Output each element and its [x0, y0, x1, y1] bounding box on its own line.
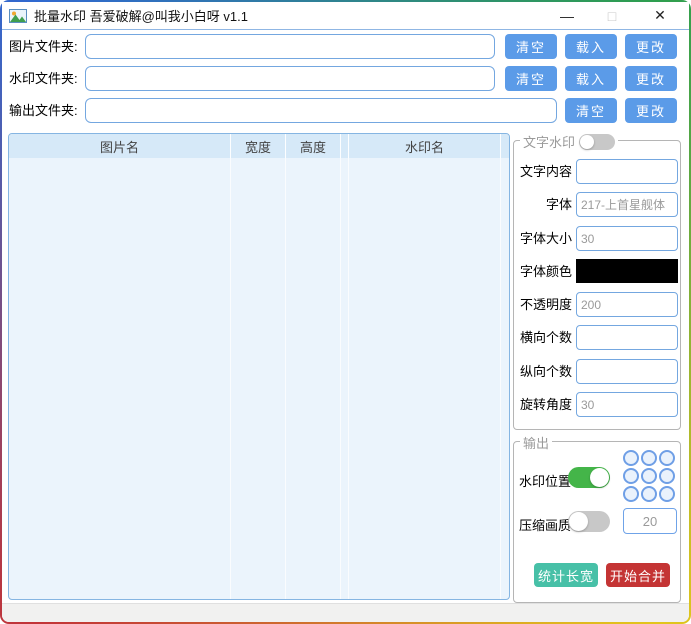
watermark-folder-change-button[interactable]: 更改	[625, 66, 677, 91]
compression-quality-toggle[interactable]	[568, 511, 610, 532]
column-header-image-name: 图片名	[9, 134, 231, 158]
horizontal-count-label: 横向个数	[519, 330, 572, 345]
image-folder-change-button[interactable]: 更改	[625, 34, 677, 59]
watermark-folder-clear-button[interactable]: 清空	[505, 66, 557, 91]
watermark-folder-label: 水印文件夹:	[9, 71, 78, 86]
measure-dimensions-button[interactable]: 统计长宽	[534, 563, 598, 587]
image-folder-clear-button[interactable]: 清空	[505, 34, 557, 59]
file-table-body[interactable]	[9, 158, 509, 599]
horizontal-count-input[interactable]	[576, 325, 678, 350]
text-watermark-group-title: 文字水印	[523, 135, 576, 150]
font-color-swatch[interactable]	[576, 259, 678, 283]
close-button[interactable]: ✕	[640, 2, 680, 29]
vertical-count-label: 纵向个数	[519, 364, 572, 379]
position-option-middle-left[interactable]	[623, 468, 639, 484]
opacity-input[interactable]	[576, 292, 678, 317]
watermark-folder-input[interactable]	[85, 66, 495, 91]
column-header-end	[501, 134, 509, 158]
compression-quality-input[interactable]	[623, 508, 677, 534]
font-label: 字体	[545, 197, 572, 212]
text-watermark-group: 文字水印 文字内容 字体 字体大小 字体颜色 不透明度 横向个数 纵向个数 旋转…	[513, 132, 681, 430]
output-folder-input[interactable]	[85, 98, 557, 123]
font-size-input[interactable]	[576, 226, 678, 251]
file-table-header: 图片名 宽度 高度 水印名	[9, 134, 509, 158]
position-option-top-right[interactable]	[659, 450, 675, 466]
output-folder-label: 输出文件夹:	[9, 103, 78, 118]
font-color-label: 字体颜色	[519, 264, 572, 279]
output-folder-clear-button[interactable]: 清空	[565, 98, 617, 123]
toggle-knob	[580, 134, 595, 149]
watermark-folder-load-button[interactable]: 载入	[565, 66, 617, 91]
column-header-height: 高度	[286, 134, 341, 158]
text-watermark-toggle[interactable]	[579, 133, 616, 150]
output-group: 输出 水印位置 压缩画质 统计长宽 开始合并	[513, 433, 681, 603]
output-folder-change-button[interactable]: 更改	[625, 98, 677, 123]
text-content-label: 文字内容	[519, 164, 572, 179]
position-option-bottom-right[interactable]	[659, 486, 675, 502]
watermark-position-toggle[interactable]	[568, 467, 610, 488]
opacity-label: 不透明度	[519, 297, 572, 312]
vertical-count-input[interactable]	[576, 359, 678, 384]
file-table: 图片名 宽度 高度 水印名	[8, 133, 510, 600]
column-header-width: 宽度	[231, 134, 286, 158]
column-header-spacer	[341, 134, 349, 158]
compression-quality-label: 压缩画质	[519, 518, 572, 533]
position-option-top-left[interactable]	[623, 450, 639, 466]
window-title: 批量水印 吾爱破解@叫我小白呀 v1.1	[34, 9, 248, 24]
start-merge-button[interactable]: 开始合并	[606, 563, 670, 587]
toggle-knob	[569, 512, 588, 531]
status-bar	[2, 603, 689, 622]
watermark-position-label: 水印位置	[519, 474, 572, 489]
minimize-button[interactable]: —	[547, 2, 587, 29]
font-size-label: 字体大小	[519, 231, 572, 246]
rotation-angle-label: 旋转角度	[519, 397, 572, 412]
image-folder-input[interactable]	[85, 34, 495, 59]
position-option-top-center[interactable]	[641, 450, 657, 466]
rotation-angle-input[interactable]	[576, 392, 678, 417]
maximize-button[interactable]: □	[592, 2, 632, 29]
image-folder-load-button[interactable]: 载入	[565, 34, 617, 59]
image-folder-label: 图片文件夹:	[9, 39, 78, 54]
font-input[interactable]	[576, 192, 678, 217]
position-option-bottom-left[interactable]	[623, 486, 639, 502]
toggle-knob	[590, 468, 609, 487]
position-option-middle-center[interactable]	[641, 468, 657, 484]
app-window: 批量水印 吾爱破解@叫我小白呀 v1.1 — □ ✕ 图片文件夹: 清空 载入 …	[0, 0, 691, 624]
position-option-middle-right[interactable]	[659, 468, 675, 484]
text-content-input[interactable]	[576, 159, 678, 184]
text-watermark-legend: 文字水印	[520, 132, 619, 151]
watermark-position-grid	[623, 450, 675, 502]
output-legend: 输出	[520, 433, 553, 452]
output-group-title: 输出	[523, 436, 550, 451]
column-header-watermark-name: 水印名	[349, 134, 501, 158]
position-option-bottom-center[interactable]	[641, 486, 657, 502]
app-icon	[9, 8, 27, 23]
